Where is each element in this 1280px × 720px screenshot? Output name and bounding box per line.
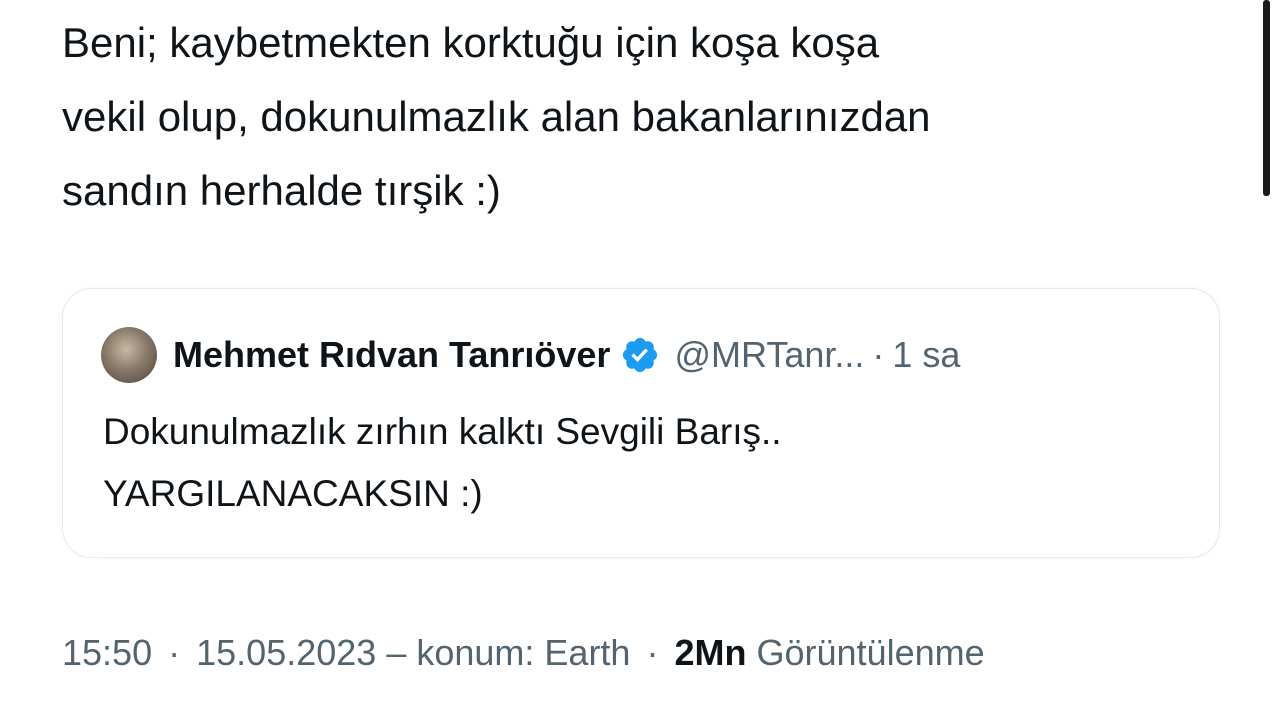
- tweet-text-line: Beni; kaybetmekten korktuğu için koşa ko…: [62, 19, 880, 66]
- views-label: Görüntülenme: [756, 632, 985, 673]
- relative-time[interactable]: 1 sa: [892, 334, 960, 376]
- tweet-detail-page: Beni; kaybetmekten korktuğu için koşa ko…: [0, 0, 1280, 720]
- separator-dot: ·: [646, 632, 659, 673]
- author-handle[interactable]: @MRTanr...: [674, 334, 864, 376]
- separator-dot: ·: [872, 334, 885, 375]
- tweet-time[interactable]: 15:50: [62, 632, 152, 673]
- tweet-metadata: 15:50 · 15.05.2023 – konum: Earth · 2Mn …: [62, 632, 985, 674]
- quoted-tweet-text-line: Dokunulmazlık zırhın kalktı Sevgili Barı…: [103, 411, 782, 452]
- separator-dot: ·: [168, 632, 181, 673]
- tweet-text: Beni; kaybetmekten korktuğu için koşa ko…: [62, 6, 1212, 228]
- tweet-location: – konum: Earth: [386, 632, 631, 673]
- tweet-text-line: sandın herhalde tırşik :): [62, 167, 501, 214]
- quoted-tweet-text-line: YARGILANACAKSIN :): [103, 473, 483, 514]
- verified-badge-icon: [623, 337, 658, 373]
- tweet-text-line: vekil olup, dokunulmazlık alan bakanları…: [62, 93, 931, 140]
- quoted-tweet-text: Dokunulmazlık zırhın kalktı Sevgili Barı…: [103, 401, 782, 525]
- scrollbar[interactable]: [1263, 0, 1270, 196]
- quoted-tweet-card[interactable]: Mehmet Rıdvan Tanrıöver @MRTanr... · 1 s…: [62, 288, 1220, 558]
- avatar[interactable]: [101, 327, 157, 383]
- quoted-tweet-header: Mehmet Rıdvan Tanrıöver @MRTanr... · 1 s…: [101, 325, 960, 385]
- author-name[interactable]: Mehmet Rıdvan Tanrıöver: [173, 334, 610, 376]
- tweet-date[interactable]: 15.05.2023: [196, 632, 376, 673]
- views-count[interactable]: 2Mn: [674, 632, 746, 673]
